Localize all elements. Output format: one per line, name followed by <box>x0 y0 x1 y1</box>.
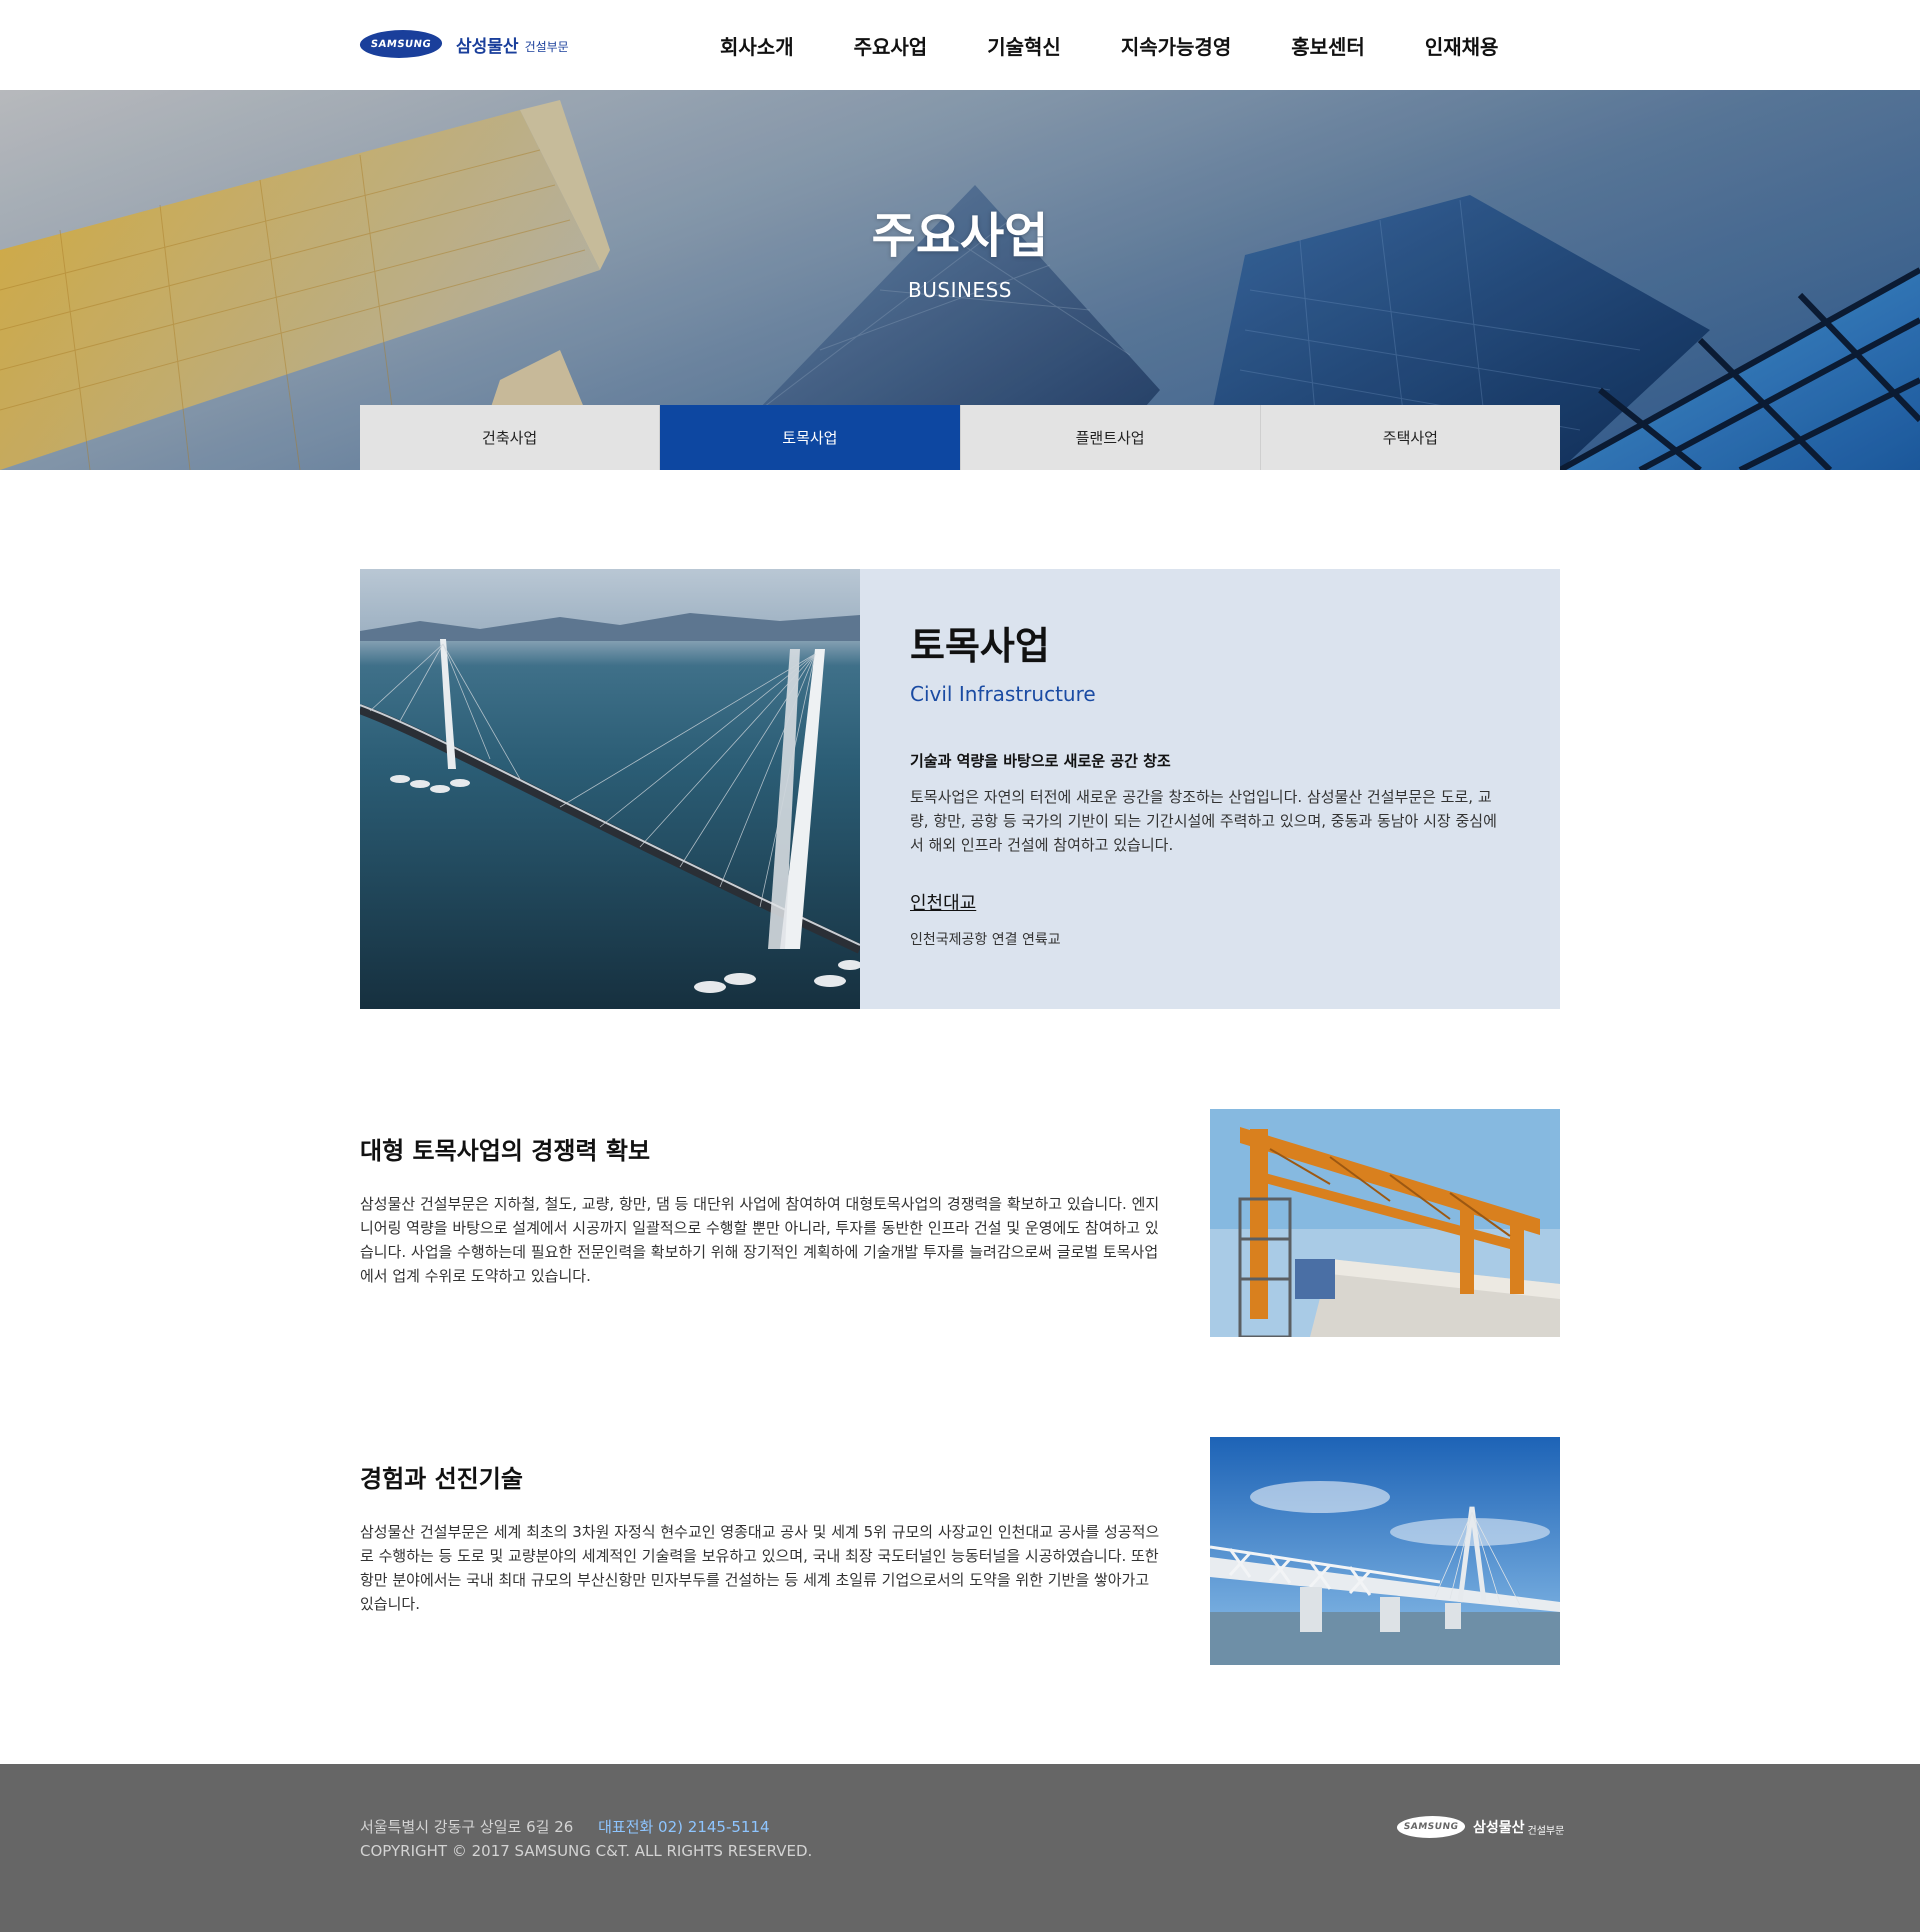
tab-plant[interactable]: 플랜트사업 <box>960 405 1261 470</box>
crane-illustration <box>1210 1109 1560 1337</box>
nav-item-company[interactable]: 회사소개 <box>720 31 794 60</box>
intro-text-panel: 토목사업 Civil Infrastructure 기술과 역량을 바탕으로 새… <box>860 569 1560 1009</box>
business-tabs: 건축사업 토목사업 플랜트사업 주택사업 <box>360 405 1560 470</box>
feature-description: 삼성물산 건설부문은 지하철, 철도, 교량, 항만, 댐 등 대단위 사업에 … <box>360 1195 1160 1285</box>
feature-text: 경험과 선진기술 삼성물산 건설부문은 세계 최초의 3차원 자정식 현수교인 … <box>360 1459 1160 1616</box>
hero-banner: 주요사업 BUSINESS 건축사업 토목사업 플랜트사업 주택사업 <box>0 90 1920 470</box>
samsung-logo-mark: SAMSUNG <box>358 30 444 58</box>
logo-company-name: 삼성물산 <box>1473 1820 1525 1836</box>
feature-competitiveness: 대형 토목사업의 경쟁력 확보 삼성물산 건설부문은 지하철, 철도, 교량, … <box>360 1109 1560 1337</box>
intro-english-title: Civil Infrastructure <box>910 682 1096 706</box>
page-subtitle: BUSINESS <box>908 278 1012 302</box>
tab-housing[interactable]: 주택사업 <box>1260 405 1560 470</box>
civil-intro-section: 토목사업 Civil Infrastructure 기술과 역량을 바탕으로 새… <box>360 569 1560 1009</box>
construction-crane-photo <box>1210 1109 1560 1337</box>
footer-address-line: 서울특별시 강동구 상일로 6길 26 대표전화 02) 2145-5114 <box>360 1816 770 1837</box>
bridge-illustration <box>360 613 860 993</box>
feature-title: 대형 토목사업의 경쟁력 확보 <box>360 1137 651 1165</box>
footer-copyright: COPYRIGHT © 2017 SAMSUNG C&T. ALL RIGHTS… <box>360 1842 813 1860</box>
suspension-bridge-photo <box>1210 1437 1560 1665</box>
intro-description: 토목사업은 자연의 터전에 새로운 공간을 창조하는 산업입니다. 삼성물산 건… <box>910 788 1497 854</box>
intro-title: 토목사업 <box>910 624 1050 668</box>
tab-civil[interactable]: 토목사업 <box>660 405 961 470</box>
feature-text: 대형 토목사업의 경쟁력 확보 삼성물산 건설부문은 지하철, 철도, 교량, … <box>360 1131 1160 1288</box>
incheon-bridge-caption: 인천국제공항 연결 연륙교 <box>910 932 1061 948</box>
page-title: 주요사업 <box>871 208 1049 264</box>
tab-architecture[interactable]: 건축사업 <box>360 405 661 470</box>
site-header: SAMSUNG 삼성물산 건설부문 회사소개 주요사업 기술혁신 지속가능경영 … <box>0 0 1920 90</box>
intro-lead: 기술과 역량을 바탕으로 새로운 공간 창조 <box>910 752 1171 770</box>
samsung-logo-mark: SAMSUNG <box>1395 1816 1467 1838</box>
footer-logo[interactable]: SAMSUNG 삼성물산 건설부문 <box>1395 1816 1565 1838</box>
logo-division: 건설부문 <box>524 39 569 54</box>
footer-phone[interactable]: 대표전화 02) 2145-5114 <box>598 1818 769 1836</box>
nav-item-technology[interactable]: 기술혁신 <box>987 31 1061 60</box>
site-footer: 서울특별시 강동구 상일로 6길 26 대표전화 02) 2145-5114 C… <box>0 1764 1920 1932</box>
feature-experience: 경험과 선진기술 삼성물산 건설부문은 세계 최초의 3차원 자정식 현수교인 … <box>360 1437 1560 1665</box>
incheon-bridge-link[interactable]: 인천대교 <box>910 889 976 915</box>
feature-title: 경험과 선진기술 <box>360 1465 523 1493</box>
bridge-illustration <box>1210 1437 1560 1665</box>
nav-item-sustainability[interactable]: 지속가능경영 <box>1121 31 1231 60</box>
feature-description: 삼성물산 건설부문은 세계 최초의 3차원 자정식 현수교인 영종대교 공사 및… <box>360 1523 1160 1613</box>
nav-item-careers[interactable]: 인재채용 <box>1425 31 1499 60</box>
logo-division: 건설부문 <box>1527 1825 1565 1837</box>
nav-item-pr-center[interactable]: 홍보센터 <box>1291 31 1365 60</box>
footer-address: 서울특별시 강동구 상일로 6길 26 <box>360 1818 574 1836</box>
header-logo[interactable]: SAMSUNG 삼성물산 건설부문 <box>358 30 569 58</box>
main-nav: 회사소개 주요사업 기술혁신 지속가능경영 홍보센터 인재채용 <box>720 0 1498 90</box>
incheon-bridge-photo <box>360 569 860 1009</box>
nav-item-business[interactable]: 주요사업 <box>854 31 928 60</box>
logo-company-name: 삼성물산 <box>456 36 519 57</box>
